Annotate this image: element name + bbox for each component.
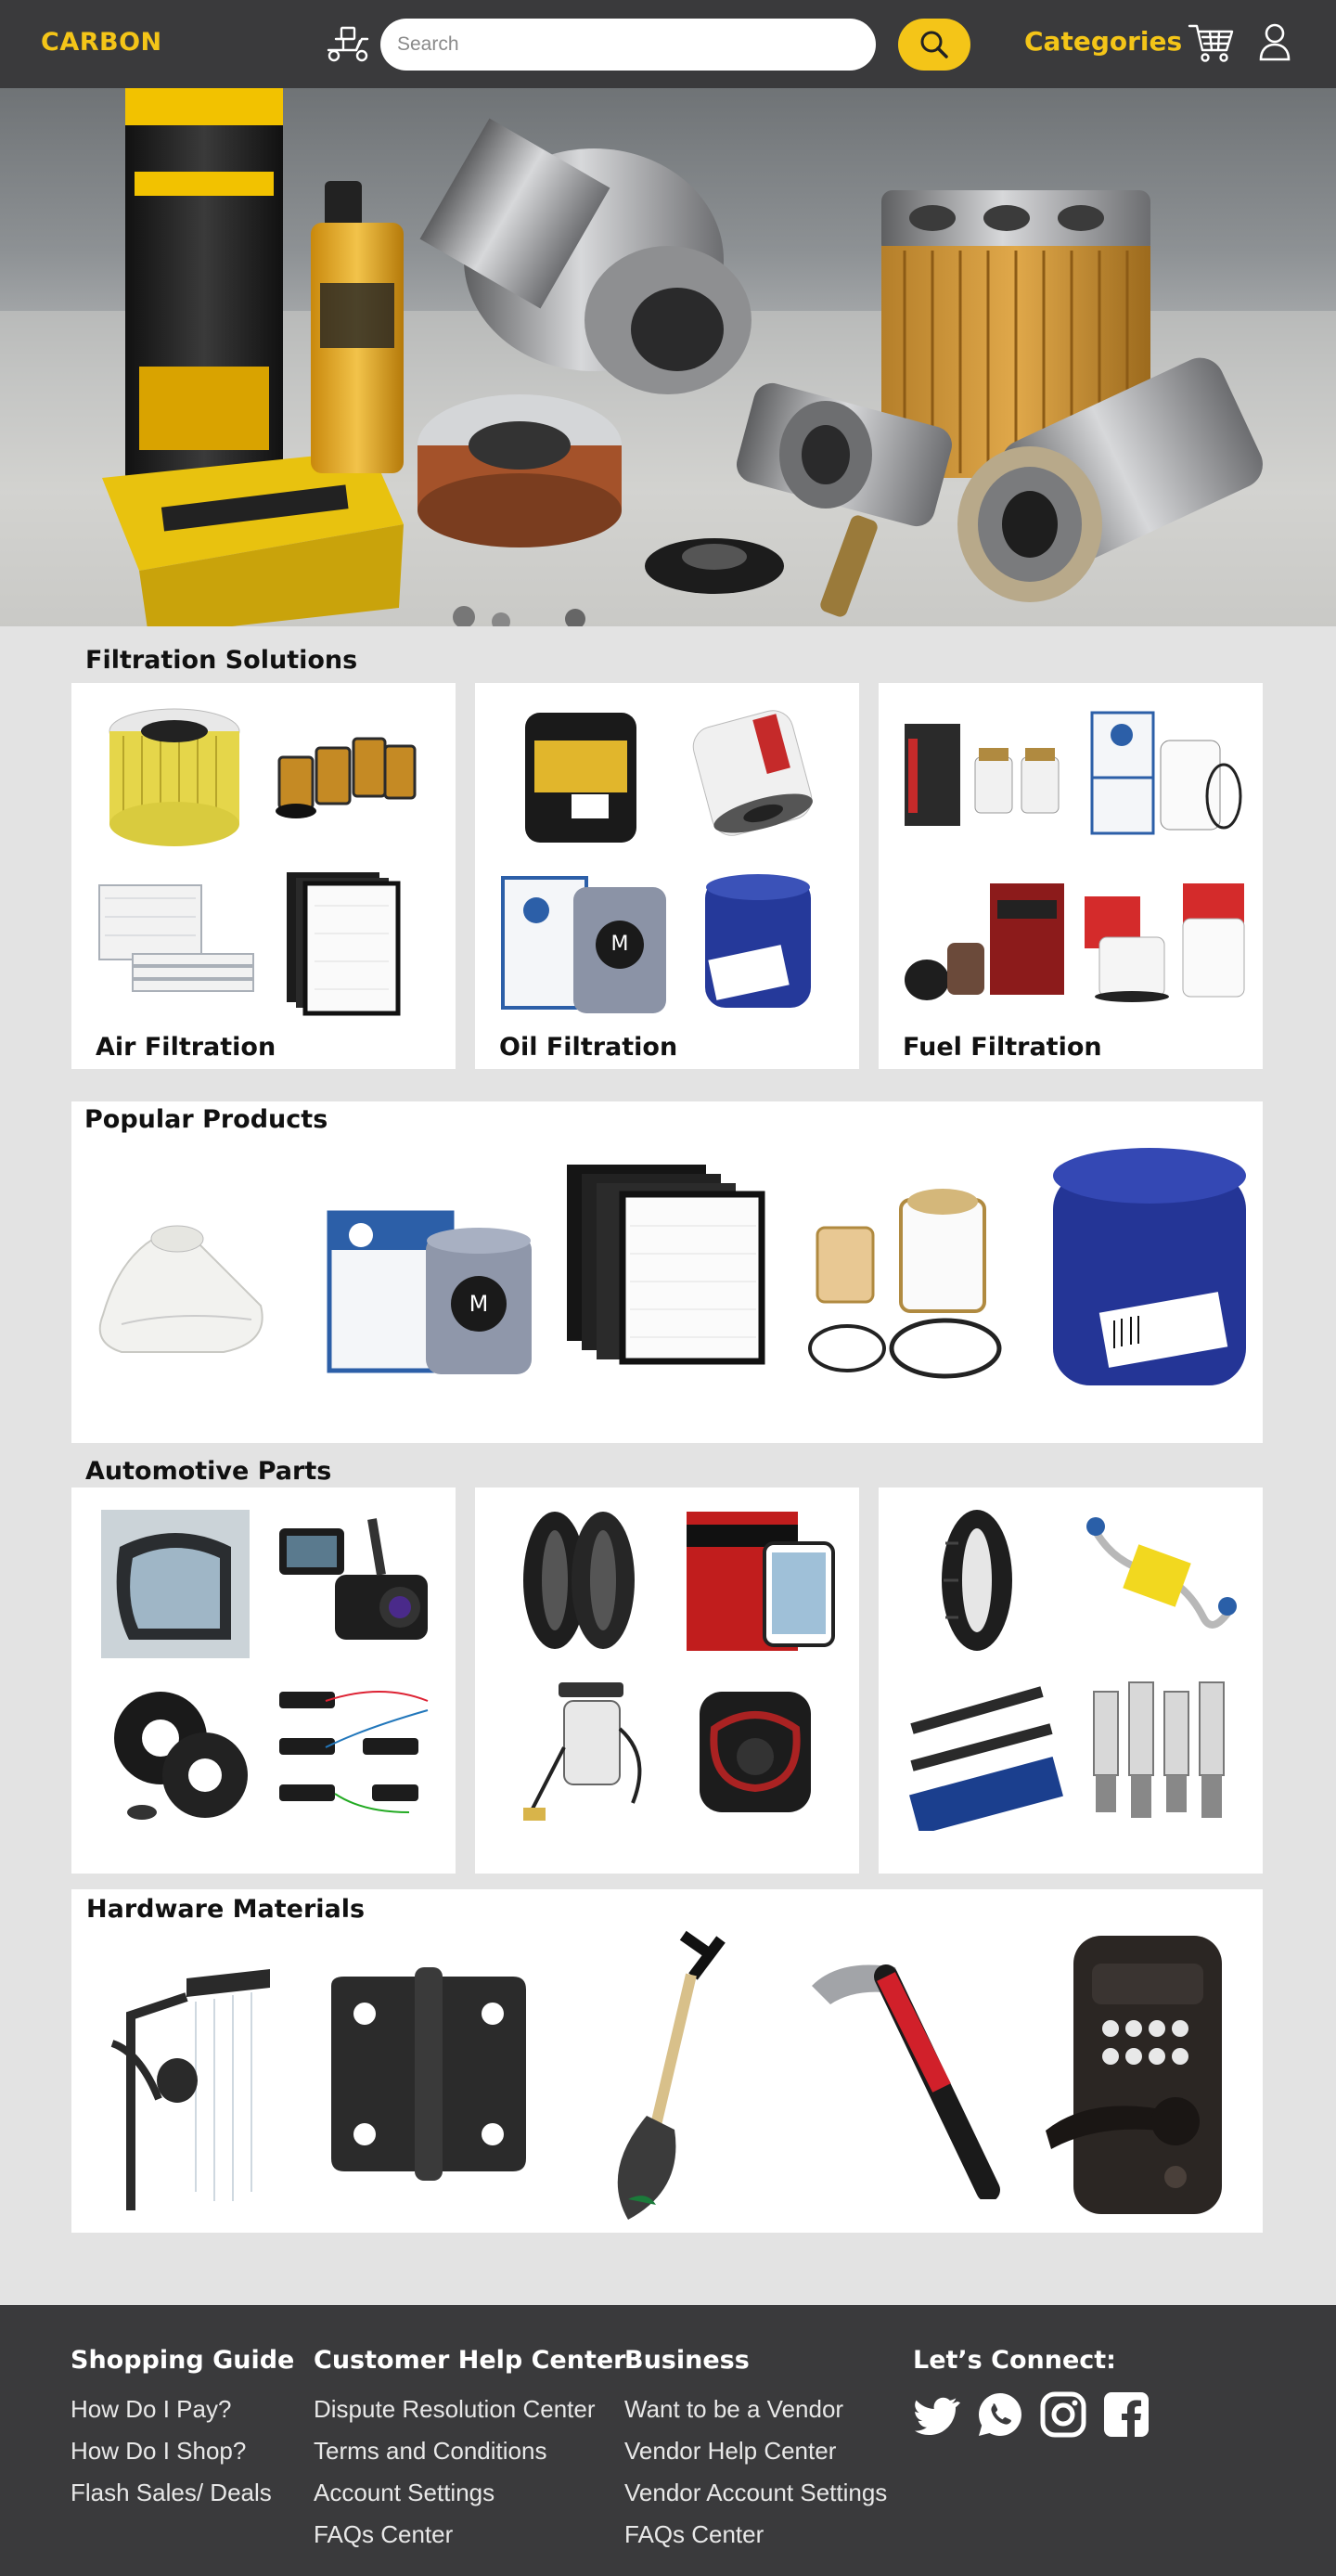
claw-hammer-product[interactable] xyxy=(803,1949,1007,2199)
dirt-bike-tire-image xyxy=(942,1510,1012,1651)
footer-link-become-vendor[interactable]: Want to be a Vendor xyxy=(624,2389,887,2430)
card-label-oil-filtration: Oil Filtration xyxy=(499,1033,678,1062)
facebook-icon[interactable] xyxy=(1102,2390,1150,2439)
category-card-oil-filtration[interactable]: M Oil Filtration xyxy=(475,683,859,1069)
footer-col-customer-help: Customer Help Center Dispute Resolution … xyxy=(314,2346,626,2556)
popular-section-title: Popular Products xyxy=(84,1105,328,1134)
footer-link-terms[interactable]: Terms and Conditions xyxy=(314,2430,626,2472)
garden-shovel-product[interactable] xyxy=(591,1930,749,2227)
keypad-deadbolt-product[interactable] xyxy=(1036,1926,1250,2223)
oil-feed-line-image xyxy=(1086,1517,1237,1629)
hepa-filter-set-product[interactable] xyxy=(563,1161,777,1365)
blue-oil-filter-image xyxy=(705,874,811,1008)
motorcycle-tires-image xyxy=(523,1512,635,1649)
site-footer: Shopping Guide How Do I Pay? How Do I Sh… xyxy=(0,2305,1336,2576)
whatsapp-icon[interactable] xyxy=(976,2390,1024,2439)
auto-parts-hero-illustration xyxy=(0,88,1336,626)
acdelco-oil-filter-product[interactable] xyxy=(1047,1144,1252,1395)
footer-heading-business: Business xyxy=(624,2346,750,2375)
mopar-filter-box-image: M xyxy=(501,876,666,1013)
spark-plugs-image xyxy=(1093,1681,1225,1818)
automotive-section-title: Automotive Parts xyxy=(85,1457,332,1486)
footer-link-flash-sales[interactable]: Flash Sales/ Deals xyxy=(71,2472,294,2514)
automotive-card-3[interactable] xyxy=(879,1488,1263,1874)
brand-logo[interactable]: CARBON xyxy=(41,28,162,57)
top-navbar: CARBON Categories xyxy=(0,0,1336,88)
footer-link-vendor-help[interactable]: Vendor Help Center xyxy=(624,2430,887,2472)
white-oil-filter-image xyxy=(692,710,813,836)
footer-col-shopping-guide: Shopping Guide How Do I Pay? How Do I Sh… xyxy=(71,2346,294,2514)
inner-tubes-image xyxy=(114,1692,248,1820)
delivery-scooter-icon[interactable] xyxy=(323,24,373,63)
wiper-blades-image xyxy=(909,1686,1063,1831)
twitter-icon[interactable] xyxy=(913,2390,961,2439)
hardware-section-title: Hardware Materials xyxy=(86,1895,366,1924)
hvac-panel-filters-image xyxy=(98,884,254,992)
korop-fuel-filter-image xyxy=(1085,883,1245,1002)
fuel-filter-kit-image xyxy=(905,724,1060,826)
blind-spot-mirrors-image xyxy=(687,1512,835,1651)
footer-heading-connect: Let’s Connect: xyxy=(913,2346,1116,2375)
category-card-air-filtration[interactable]: Air Filtration xyxy=(71,683,456,1069)
footer-heading-shopping-guide: Shopping Guide xyxy=(71,2346,295,2375)
card-label-air-filtration: Air Filtration xyxy=(96,1033,276,1062)
instagram-icon[interactable] xyxy=(1039,2390,1087,2439)
footer-heading-customer-help: Customer Help Center xyxy=(314,2346,626,2375)
fuel-filter-elements-product[interactable] xyxy=(799,1181,1012,1385)
footer-link-how-do-i-shop[interactable]: How Do I Shop? xyxy=(71,2430,294,2472)
search-icon xyxy=(920,31,948,58)
door-lock-actuators-image xyxy=(279,1691,429,1813)
carburetor-image xyxy=(700,1692,811,1812)
category-card-fuel-filtration[interactable]: Fuel Filtration xyxy=(879,683,1263,1069)
footer-link-faqs[interactable]: FAQs Center xyxy=(314,2514,626,2556)
filter-bag-product[interactable] xyxy=(84,1213,279,1361)
user-icon[interactable] xyxy=(1258,22,1291,61)
automotive-card-2[interactable] xyxy=(475,1488,859,1874)
automotive-card-1[interactable] xyxy=(71,1488,456,1874)
hepa-carbon-filters-image xyxy=(287,872,401,1016)
footer-link-dispute-resolution[interactable]: Dispute Resolution Center xyxy=(314,2389,626,2430)
hero-banner-image xyxy=(0,88,1336,626)
footer-link-account-settings[interactable]: Account Settings xyxy=(314,2472,626,2514)
black-oil-filter-image xyxy=(525,713,636,843)
footer-col-business: Business Want to be a Vendor Vendor Help… xyxy=(624,2346,887,2556)
search-button[interactable] xyxy=(898,19,970,71)
cartridge-filters-image xyxy=(276,737,417,818)
filtration-section-title: Filtration Solutions xyxy=(85,646,358,675)
fuel-pump-assembly-image xyxy=(523,1682,642,1821)
popular-products-panel: Popular Products M xyxy=(71,1101,1263,1443)
dash-cam-image xyxy=(279,1518,428,1640)
categories-link[interactable]: Categories xyxy=(1024,26,1182,57)
footer-link-vendor-account[interactable]: Vendor Account Settings xyxy=(624,2472,887,2514)
footer-link-vendor-faqs[interactable]: FAQs Center xyxy=(624,2514,887,2556)
footer-col-connect: Let’s Connect: xyxy=(913,2346,1116,2389)
round-air-filter-image xyxy=(109,708,240,846)
svg-text:M: M xyxy=(611,933,629,956)
footer-link-how-do-i-pay[interactable]: How Do I Pay? xyxy=(71,2389,294,2430)
social-icons xyxy=(913,2390,1150,2439)
card-label-fuel-filtration: Fuel Filtration xyxy=(903,1033,1102,1062)
door-hinge-product[interactable] xyxy=(322,1967,535,2181)
mopar-filter-product[interactable]: M xyxy=(324,1194,537,1380)
search-input[interactable] xyxy=(380,19,876,71)
cart-icon[interactable] xyxy=(1188,22,1234,63)
svg-text:M: M xyxy=(469,1291,489,1317)
shower-head-product[interactable] xyxy=(84,1951,289,2229)
mopar-fuel-filter-image xyxy=(1090,711,1242,835)
side-mirror-image xyxy=(101,1510,250,1658)
hardware-materials-panel: Hardware Materials xyxy=(71,1889,1263,2233)
motorcraft-fuel-filter-image xyxy=(905,883,1064,1000)
